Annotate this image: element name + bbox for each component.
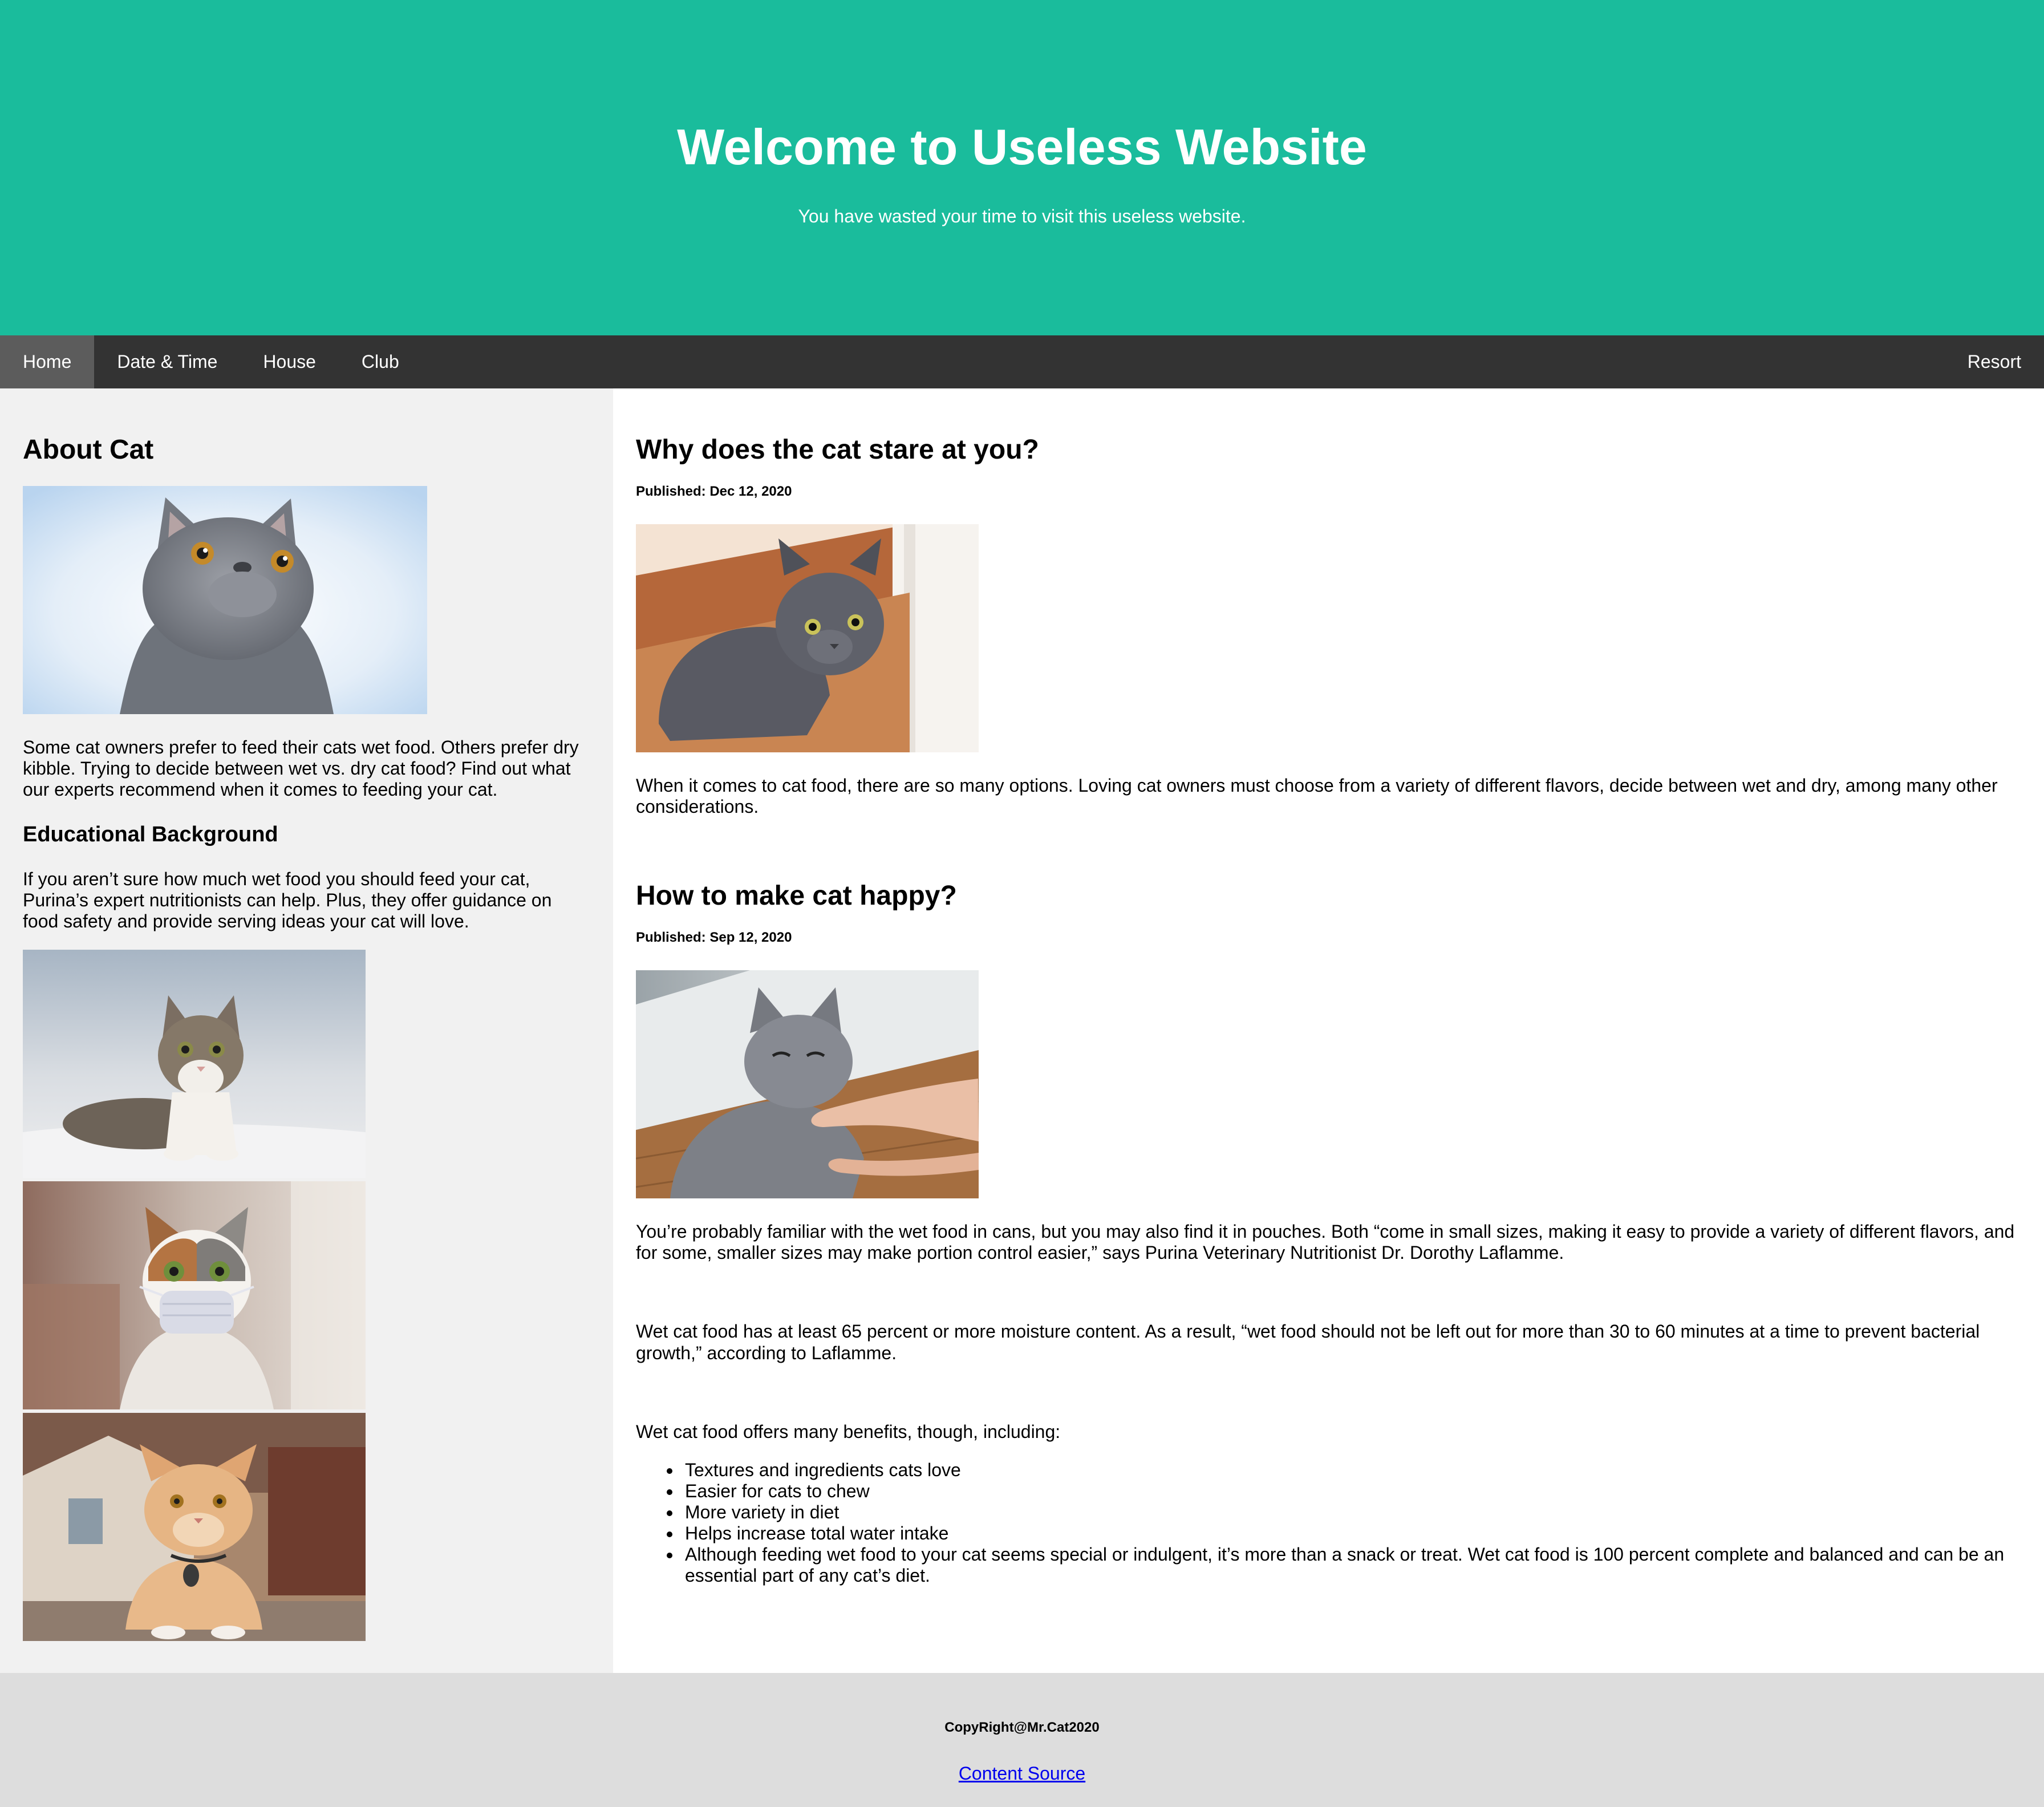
main-content: Why does the cat stare at you? Published… <box>613 388 2044 1673</box>
article-1: Why does the cat stare at you? Published… <box>636 434 2021 817</box>
list-item: Helps increase total water intake <box>682 1523 2021 1544</box>
nav-home[interactable]: Home <box>0 335 95 388</box>
list-item: Textures and ingredients cats love <box>682 1460 2021 1481</box>
article-2: How to make cat happy? Published: Sep 12… <box>636 880 2021 1586</box>
navbar: Home Date & Time House Club Resort <box>0 335 2044 388</box>
list-item: More variety in diet <box>682 1502 2021 1523</box>
site-title: Welcome to Useless Website <box>677 119 1367 175</box>
nav-date-time[interactable]: Date & Time <box>94 335 240 388</box>
sidebar-subtitle: Educational Background <box>23 822 278 846</box>
article-1-title: Why does the cat stare at you? <box>636 435 1039 465</box>
happy-cat-image <box>636 970 979 1199</box>
article-2-paragraph-2: Wet cat food has at least 65 percent or … <box>636 1321 1980 1363</box>
ginger-cat-image <box>23 1412 366 1641</box>
content-source-link[interactable]: Content Source <box>959 1763 1085 1784</box>
article-2-title: How to make cat happy? <box>636 881 957 911</box>
article-1-body: When it comes to cat food, there are so … <box>636 775 1998 817</box>
content-row: About Cat Some cat owners prefer to feed… <box>0 388 2044 1673</box>
benefits-list: Textures and ingredients cats love Easie… <box>682 1460 2021 1587</box>
nav-house[interactable]: House <box>240 335 339 388</box>
cat-with-mask-image <box>23 1181 366 1409</box>
tabby-cat-image <box>23 949 366 1178</box>
nav-resort[interactable]: Resort <box>1945 335 2044 388</box>
sidebar-intro: Some cat owners prefer to feed their cat… <box>23 737 579 800</box>
sidebar: About Cat Some cat owners prefer to feed… <box>0 388 613 1673</box>
page-footer: CopyRight@Mr.Cat2020 Content Source <box>0 1673 2044 1807</box>
sidebar-title: About Cat <box>23 435 154 465</box>
article-2-date: Published: Sep 12, 2020 <box>636 930 792 946</box>
page-header: Welcome to Useless Website You have wast… <box>0 0 2044 335</box>
staring-cat-image <box>636 524 979 752</box>
article-2-paragraph-3: Wet cat food offers many benefits, thoug… <box>636 1421 1061 1442</box>
copyright-text: CopyRight@Mr.Cat2020 <box>944 1720 1100 1735</box>
list-item: Although feeding wet food to your cat se… <box>682 1544 2021 1586</box>
site-subtitle: You have wasted your time to visit this … <box>798 205 1246 226</box>
article-2-paragraph-1: You’re probably familiar with the wet fo… <box>636 1221 2015 1263</box>
cat-looking-up-image <box>23 486 427 715</box>
list-item: Easier for cats to chew <box>682 1481 2021 1502</box>
sidebar-body: If you aren’t sure how much wet food you… <box>23 869 552 932</box>
nav-club[interactable]: Club <box>339 335 422 388</box>
article-1-date: Published: Dec 12, 2020 <box>636 484 792 500</box>
